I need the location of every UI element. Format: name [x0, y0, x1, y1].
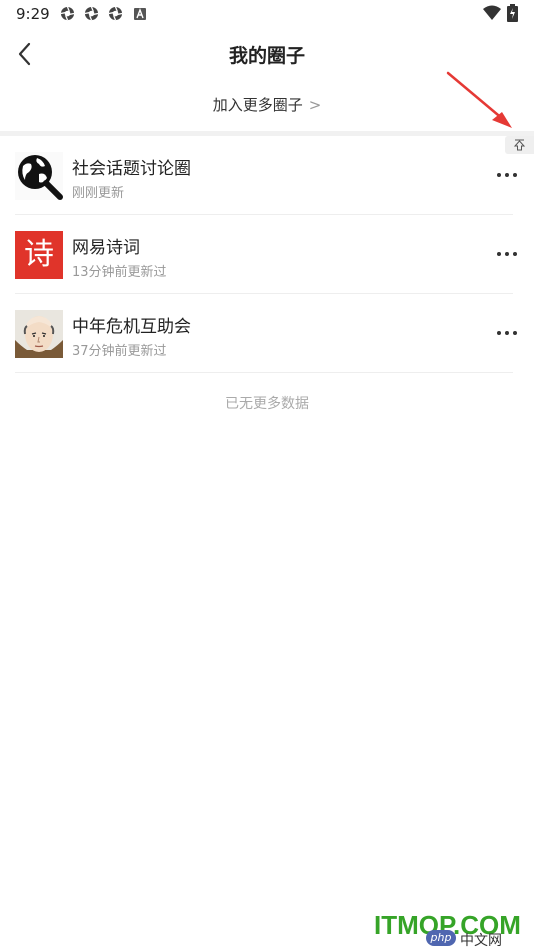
circle-updated-time: 刚刚更新	[72, 186, 125, 201]
list-item[interactable]: 中年危机互助会 37分钟前更新过	[15, 294, 517, 373]
watermark-cn-text: 中文网	[460, 933, 502, 949]
poem-character-icon: 诗	[15, 231, 63, 279]
more-options-icon[interactable]	[495, 166, 519, 182]
more-options-icon[interactable]	[495, 324, 519, 340]
aperture-icon	[60, 6, 75, 21]
list-item[interactable]: 诗 网易诗词 13分钟前更新过	[15, 215, 517, 294]
avatar-character: 诗	[24, 237, 54, 272]
circle-name: 社会话题讨论圈	[72, 159, 191, 179]
list-item[interactable]: 社会话题讨论圈 刚刚更新	[15, 136, 517, 215]
watermark-php-badge: php	[426, 930, 456, 946]
page-title: 我的圈子	[228, 45, 305, 67]
circle-updated-time: 13分钟前更新过	[72, 265, 167, 280]
wifi-icon	[483, 5, 501, 20]
annotation-arrow-icon	[446, 71, 512, 128]
circle-list: 社会话题讨论圈 刚刚更新 诗 网易诗词 13分钟前更新过 中年危机互助会 37分…	[15, 136, 517, 373]
more-options-icon[interactable]	[495, 245, 519, 261]
globe-magnifier-icon	[15, 152, 63, 200]
bald-man-avatar-icon	[15, 310, 63, 358]
circle-updated-time: 37分钟前更新过	[72, 344, 167, 359]
site-watermark: ITMOP.COM php 中文网	[374, 910, 534, 950]
status-time: 9:29	[16, 5, 50, 23]
battery-charging-icon	[507, 4, 518, 22]
join-more-label: 加入更多圈子	[212, 96, 303, 114]
chevron-right-icon: >	[308, 96, 322, 114]
aperture-icon	[84, 6, 99, 21]
a-badge-icon	[134, 8, 146, 20]
circle-name: 中年危机互助会	[72, 317, 191, 337]
circle-name: 网易诗词	[72, 238, 140, 258]
no-more-data-text: 已无更多数据	[225, 396, 309, 412]
status-bar: 9:29	[0, 0, 534, 28]
aperture-icon	[108, 6, 123, 21]
